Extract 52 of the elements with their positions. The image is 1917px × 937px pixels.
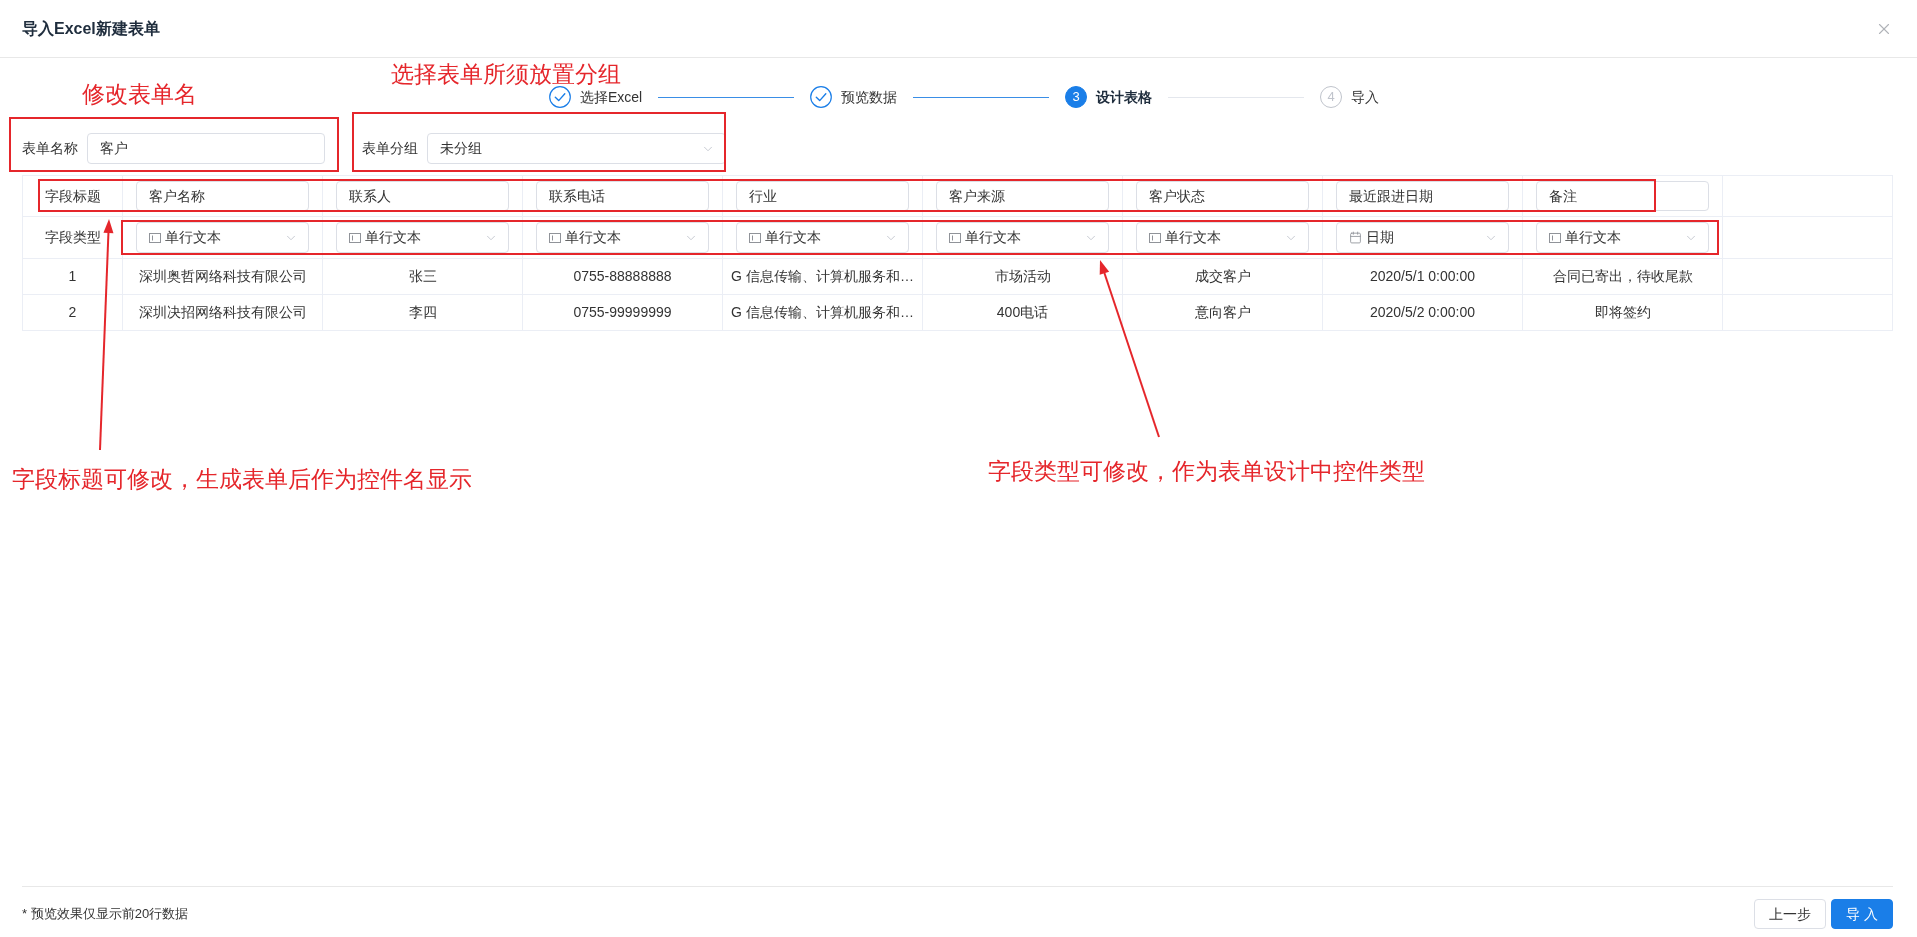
text-field-icon — [749, 232, 761, 243]
step-label: 导入 — [1351, 87, 1380, 107]
table-cell: 2020/5/1 0:00:00 — [1323, 259, 1523, 295]
field-type-select[interactable]: 日期 — [1336, 222, 1509, 253]
text-field-icon — [549, 232, 561, 243]
field-type-select[interactable]: 单行文本 — [1536, 222, 1709, 253]
field-type-select[interactable]: 单行文本 — [1136, 222, 1309, 253]
step-label: 预览数据 — [841, 87, 898, 107]
previous-button[interactable]: 上一步 — [1754, 899, 1827, 929]
table-cell: 即将签约 — [1523, 295, 1723, 331]
field-type-select[interactable]: 单行文本 — [536, 222, 709, 253]
table-cell: 成交客户 — [1123, 259, 1323, 295]
step-label: 选择Excel — [580, 87, 643, 107]
annotation-text: 字段类型可修改，作为表单设计中控件类型 — [988, 460, 1425, 483]
form-name-input[interactable]: 客户 — [87, 133, 325, 164]
row-number: 2 — [23, 295, 123, 331]
row-label: 字段标题 — [23, 176, 123, 217]
table-cell: 0755-88888888 — [523, 259, 723, 295]
text-field-icon — [349, 232, 361, 243]
field-label: 表单名称 — [22, 139, 78, 158]
row-number: 1 — [23, 259, 123, 295]
field-label: 表单分组 — [362, 139, 418, 158]
annotation-text: 字段标题可修改，生成表单后作为控件名显示 — [12, 468, 472, 491]
dialog-title: 导入Excel新建表单 — [22, 18, 160, 39]
import-button[interactable]: 导 入 — [1831, 899, 1893, 929]
step-label: 设计表格 — [1096, 87, 1153, 107]
field-type-select[interactable]: 单行文本 — [336, 222, 509, 253]
table-cell: 400电话 — [923, 295, 1123, 331]
step-number: 3 — [1065, 86, 1088, 108]
table-cell: 深圳决招网络科技有限公司 — [123, 295, 323, 331]
step-number: 4 — [1320, 86, 1343, 108]
text-field-icon — [1149, 232, 1161, 243]
table-cell: 意向客户 — [1123, 295, 1323, 331]
table-cell: G 信息传输、计算机服务和… — [723, 295, 923, 331]
table-cell: 深圳奥哲网络科技有限公司 — [123, 259, 323, 295]
annotation-text: 选择表单所须放置分组 — [391, 63, 621, 86]
table-cell: G 信息传输、计算机服务和… — [723, 259, 923, 295]
text-field-icon — [149, 232, 161, 243]
table-cell: 李四 — [323, 295, 523, 331]
field-title-input[interactable]: 备注 — [1536, 181, 1709, 211]
field-type-select[interactable]: 单行文本 — [936, 222, 1109, 253]
field-type-select[interactable]: 单行文本 — [136, 222, 309, 253]
preview-note: * 预览效果仅显示前20行数据 — [22, 905, 189, 924]
text-field-icon — [949, 232, 961, 243]
field-type-select[interactable]: 单行文本 — [736, 222, 909, 253]
table-cell: 2020/5/2 0:00:00 — [1323, 295, 1523, 331]
calendar-icon — [1349, 231, 1362, 244]
annotation-text: 修改表单名 — [82, 83, 197, 106]
text-field-icon — [1549, 232, 1561, 243]
table-cell: 合同已寄出，待收尾款 — [1523, 259, 1723, 295]
table-cell: 张三 — [323, 259, 523, 295]
table-cell: 0755-99999999 — [523, 295, 723, 331]
